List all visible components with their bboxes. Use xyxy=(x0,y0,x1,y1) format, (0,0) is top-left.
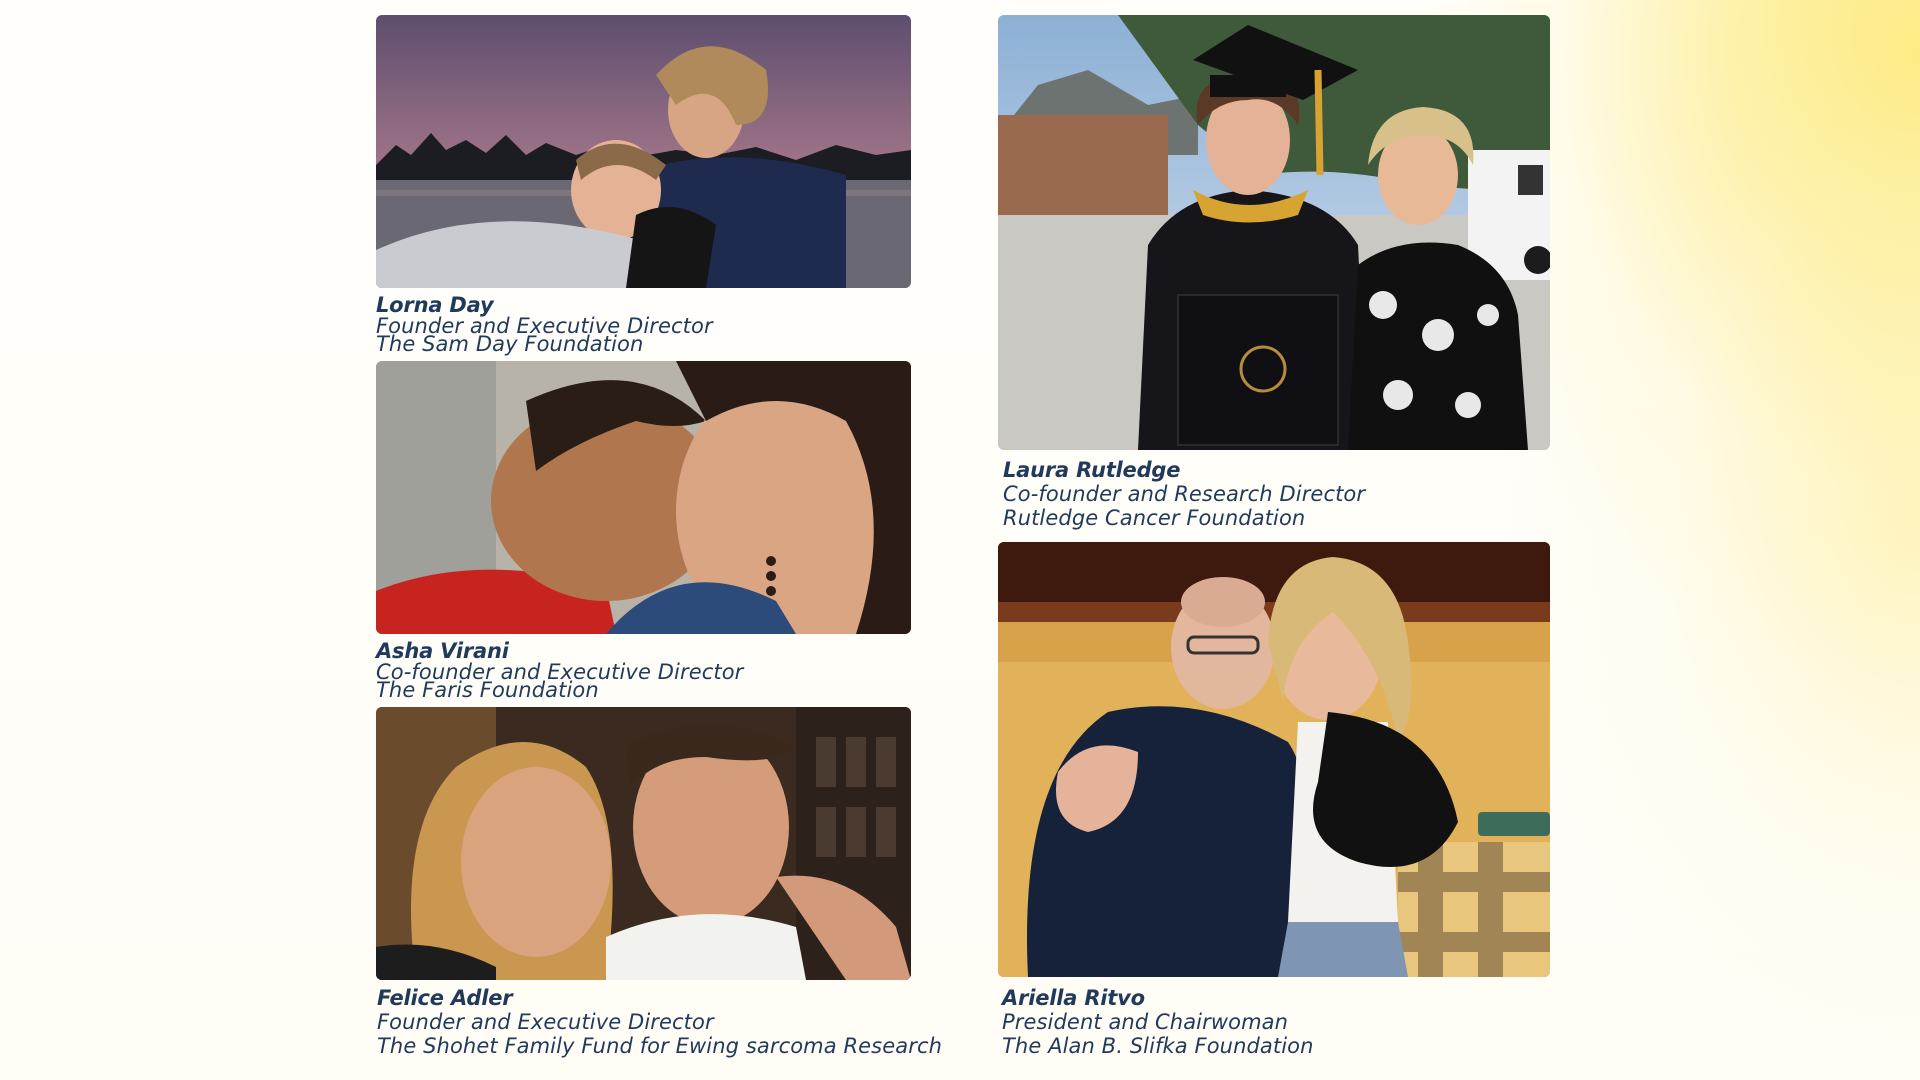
person-name: Felice Adler xyxy=(377,986,513,1010)
person-role: President and Chairwoman xyxy=(1002,1010,1289,1034)
person-organization: The Shohet Family Fund for Ewing sarcoma… xyxy=(377,1034,942,1058)
person-role: Co-founder and Research Director xyxy=(1003,482,1366,506)
person-name: Ariella Ritvo xyxy=(1002,986,1145,1010)
person-caption: Felice Adler Founder and Executive Direc… xyxy=(377,986,942,1058)
page-background-glow xyxy=(0,0,1920,1080)
person-name: Laura Rutledge xyxy=(1003,458,1181,482)
person-photo xyxy=(376,15,911,288)
person-caption: Asha Virani Co-founder and Executive Dir… xyxy=(376,639,743,701)
person-photo xyxy=(376,707,911,980)
person-caption: Ariella Ritvo President and Chairwoman T… xyxy=(1002,986,1314,1058)
person-caption: Laura Rutledge Co-founder and Research D… xyxy=(1003,458,1365,530)
person-photo xyxy=(376,361,911,634)
person-role: Founder and Executive Director xyxy=(377,1010,714,1034)
person-caption: Lorna Day Founder and Executive Director… xyxy=(376,293,713,355)
person-photo xyxy=(998,542,1550,977)
person-organization: Rutledge Cancer Foundation xyxy=(1003,506,1306,530)
person-photo xyxy=(998,15,1550,450)
person-organization: The Alan B. Slifka Foundation xyxy=(1002,1034,1314,1058)
